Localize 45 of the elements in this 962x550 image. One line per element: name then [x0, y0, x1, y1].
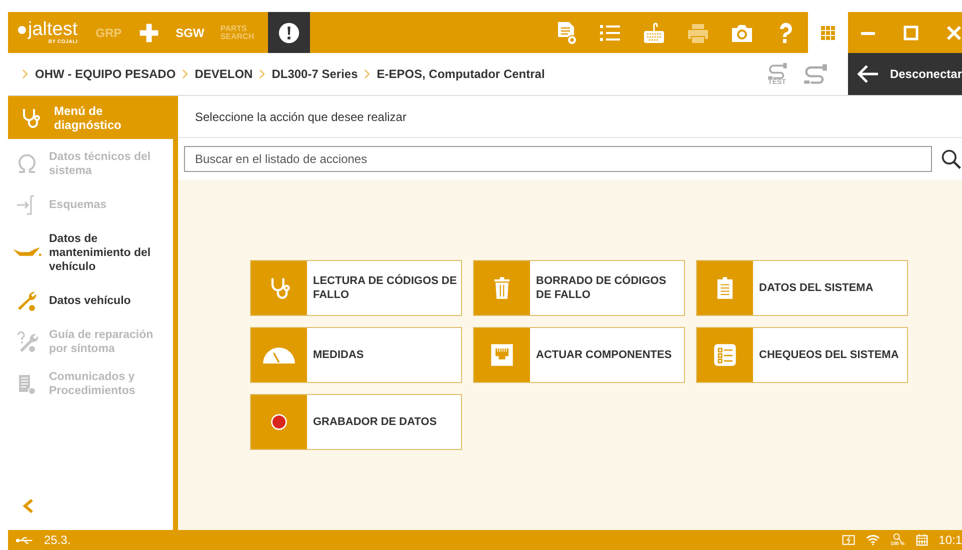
keyboard-icon[interactable] [642, 20, 666, 44]
version-text: 25.3. [44, 533, 71, 547]
search-icon[interactable] [940, 148, 962, 170]
cable-icon[interactable] [802, 63, 828, 85]
instruction-text: Seleccione la acción que desee realizar [178, 96, 962, 138]
chevron-right-icon [22, 69, 29, 79]
chevron-right-icon [258, 69, 266, 79]
maximize-icon[interactable] [903, 24, 919, 40]
plus-icon[interactable] [138, 22, 160, 44]
checklist-icon [712, 342, 738, 368]
breadcrumb-link[interactable]: DL300-7 Series [272, 67, 358, 81]
chevron-left-icon[interactable] [22, 498, 34, 514]
action-tile[interactable]: LECTURA DE CÓDIGOS DE FALLO [250, 260, 462, 316]
battery-icon [842, 534, 856, 546]
action-tile[interactable]: ACTUAR COMPONENTES [473, 327, 685, 383]
clock-text: 10:1 [938, 533, 962, 547]
calendar-icon [914, 534, 929, 546]
wrench-question-icon [15, 330, 39, 354]
wifi-icon [866, 534, 880, 546]
ethernet-port-icon [489, 342, 515, 368]
logo-name: jaltest [28, 20, 78, 39]
alert-button[interactable] [268, 12, 310, 53]
action-tile[interactable]: GRABADOR DE DATOS [250, 394, 462, 450]
record-icon [270, 413, 288, 431]
action-tile[interactable]: BORRADO DE CÓDIGOS DE FALLO [473, 260, 685, 316]
disconnect-button[interactable]: Desconectar [848, 53, 962, 95]
chevron-right-icon [364, 69, 371, 79]
search-field[interactable]: Buscar en el listado de acciones [184, 146, 932, 172]
usb-icon [16, 536, 34, 544]
action-tile[interactable]: DATOS DEL SISTEMA [696, 260, 908, 316]
sidebar-item[interactable]: Datos de mantenimiento del vehículo [8, 225, 173, 281]
close-icon[interactable] [946, 24, 962, 40]
app-grid-icon[interactable] [821, 26, 835, 40]
breadcrumb-link[interactable]: DEVELON [194, 67, 253, 81]
breadcrumb-link[interactable]: OHW - EQUIPO PESADO [35, 67, 176, 81]
breadcrumb-link[interactable]: E-EPOS, Computador Central [376, 67, 545, 81]
sidebar-title: Menú de diagnóstico [54, 104, 122, 132]
logo-dot-icon [18, 26, 26, 34]
exclamation-icon [278, 22, 300, 44]
sidebar-item[interactable]: Datos vehículo [8, 281, 173, 321]
magnifier-icon [893, 533, 902, 542]
action-tile[interactable]: CHEQUEOS DEL SISTEMA [696, 327, 908, 383]
cable-icon [766, 62, 788, 78]
action-tile[interactable]: MEDIDAS [250, 327, 462, 383]
chevron-right-icon [182, 69, 189, 79]
